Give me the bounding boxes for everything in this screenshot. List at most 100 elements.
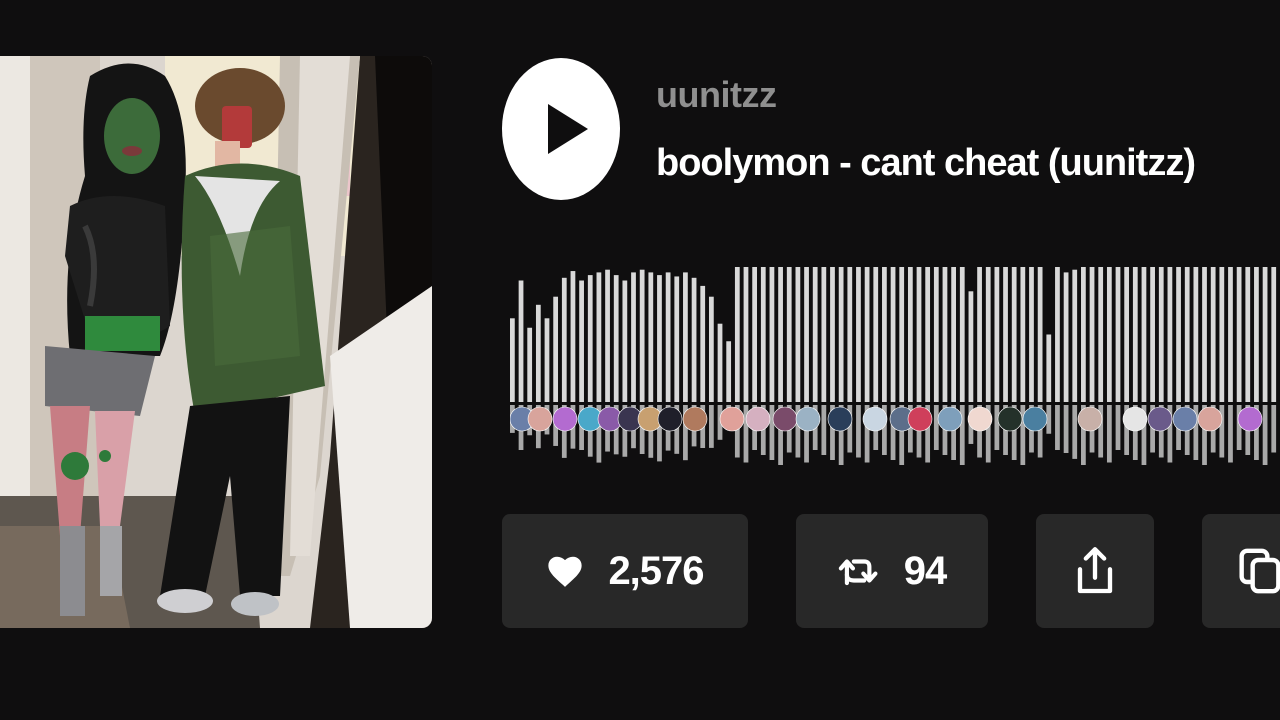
waveform-bar	[1115, 267, 1121, 402]
comment-avatar[interactable]	[772, 406, 798, 432]
comment-avatar[interactable]	[1147, 406, 1173, 432]
waveform-bar	[1271, 267, 1277, 402]
comment-avatar[interactable]	[527, 406, 553, 432]
waveform-bar	[1184, 267, 1190, 402]
comment-avatar[interactable]	[657, 406, 683, 432]
comment-avatar[interactable]	[997, 406, 1023, 432]
waveform-reflection-bar	[769, 405, 775, 460]
waveform-bar	[527, 327, 533, 402]
waveform-bar	[778, 267, 783, 402]
play-button[interactable]	[502, 58, 620, 200]
track-player: uunitzz boolymon - cant cheat (uunitzz) …	[0, 0, 1280, 720]
waveform-bar	[613, 275, 619, 402]
waveform-bar	[1202, 267, 1207, 402]
waveform-bar	[821, 267, 827, 402]
comment-avatar[interactable]	[1172, 406, 1198, 432]
comment-avatar[interactable]	[827, 406, 853, 432]
waveform-bar	[683, 272, 688, 402]
waveform-bar	[1245, 267, 1251, 402]
waveform-reflection-bar	[856, 405, 861, 458]
comment-avatar[interactable]	[967, 406, 993, 432]
waveform-bar	[1072, 269, 1078, 402]
comment-avatar[interactable]	[1197, 406, 1223, 432]
waveform-reflection-bar	[1063, 405, 1069, 453]
waveform-bar	[795, 267, 801, 402]
copy-icon	[1239, 548, 1280, 594]
waveform-bar	[907, 267, 913, 402]
waveform-bar	[1150, 267, 1155, 402]
waveform-bar	[942, 267, 948, 402]
waveform-bar	[1063, 272, 1069, 402]
waveform-bar	[579, 280, 584, 402]
waveform-bar	[622, 280, 628, 402]
waveform-reflection-bar	[1106, 405, 1112, 463]
waveform-bar	[570, 271, 576, 402]
waveform-reflection-bar	[708, 405, 714, 448]
track-title[interactable]: boolymon - cant cheat (uunitzz)	[656, 142, 1196, 185]
waveform-bar	[882, 267, 887, 402]
waveform-bar	[838, 267, 844, 402]
track-artwork[interactable]	[0, 56, 432, 628]
waveform-bar	[544, 318, 550, 402]
waveform-bar	[1081, 267, 1086, 402]
waveform-bar	[769, 267, 775, 402]
comment-avatar[interactable]	[1122, 406, 1148, 432]
repost-button[interactable]: 94	[796, 514, 988, 628]
waveform-bar	[1046, 334, 1052, 402]
waveform-bar	[1098, 267, 1104, 402]
waveform-bar	[1020, 267, 1026, 402]
waveform-reflection-bar	[821, 405, 827, 455]
heart-icon	[548, 556, 583, 587]
share-button[interactable]	[1036, 514, 1154, 628]
waveform-reflection-bar	[1055, 405, 1060, 450]
waveform-bar	[1219, 267, 1225, 402]
waveform-bar	[743, 267, 749, 402]
comment-avatar[interactable]	[1022, 406, 1048, 432]
waveform-bar	[1106, 267, 1112, 402]
comment-avatar[interactable]	[552, 406, 578, 432]
play-icon	[548, 104, 588, 154]
waveform-bar	[1089, 267, 1095, 402]
waveform-bar	[804, 267, 809, 402]
waveform-bar	[726, 341, 732, 402]
copy-button[interactable]	[1202, 514, 1280, 628]
waveform-bar	[1003, 267, 1008, 402]
waveform-bar	[864, 267, 870, 402]
waveform[interactable]	[510, 262, 1280, 472]
waveform-bar	[535, 304, 541, 402]
waveform-bar	[1141, 267, 1147, 402]
comment-avatar[interactable]	[1237, 406, 1263, 432]
waveform-bar	[959, 267, 965, 402]
comment-avatar[interactable]	[937, 406, 963, 432]
waveform-bar	[899, 267, 905, 402]
comment-avatar[interactable]	[907, 406, 933, 432]
waveform-bar	[1029, 267, 1034, 402]
waveform-bar	[916, 267, 922, 402]
waveform-reflection-bar	[1115, 405, 1121, 450]
comment-avatar[interactable]	[745, 406, 771, 432]
waveform-bar	[1124, 267, 1130, 402]
waveform-bar	[1228, 267, 1233, 402]
comment-avatar[interactable]	[862, 406, 888, 432]
comment-avatar[interactable]	[682, 406, 708, 432]
waveform-bar	[518, 280, 524, 402]
comment-avatar[interactable]	[795, 406, 821, 432]
waveform-bar	[631, 272, 636, 402]
waveform-bar	[674, 276, 680, 402]
waveform-bar	[691, 277, 697, 402]
comment-avatar[interactable]	[1077, 406, 1103, 432]
comment-avatar[interactable]	[719, 406, 745, 432]
waveform-graphic	[510, 267, 1277, 465]
waveform-bar	[994, 267, 1000, 402]
waveform-bar	[587, 275, 593, 402]
like-count: 2,576	[608, 548, 704, 593]
waveform-bar	[1210, 267, 1216, 402]
repost-count: 94	[903, 548, 947, 593]
waveform-bar	[1167, 267, 1173, 402]
waveform-bar	[648, 272, 654, 402]
artist-name[interactable]: uunitzz	[656, 74, 777, 116]
waveform-bar	[1193, 267, 1199, 402]
waveform-bar	[1158, 267, 1164, 402]
like-button[interactable]: 2,576	[502, 514, 748, 628]
waveform-reflection-bar	[1072, 405, 1078, 459]
